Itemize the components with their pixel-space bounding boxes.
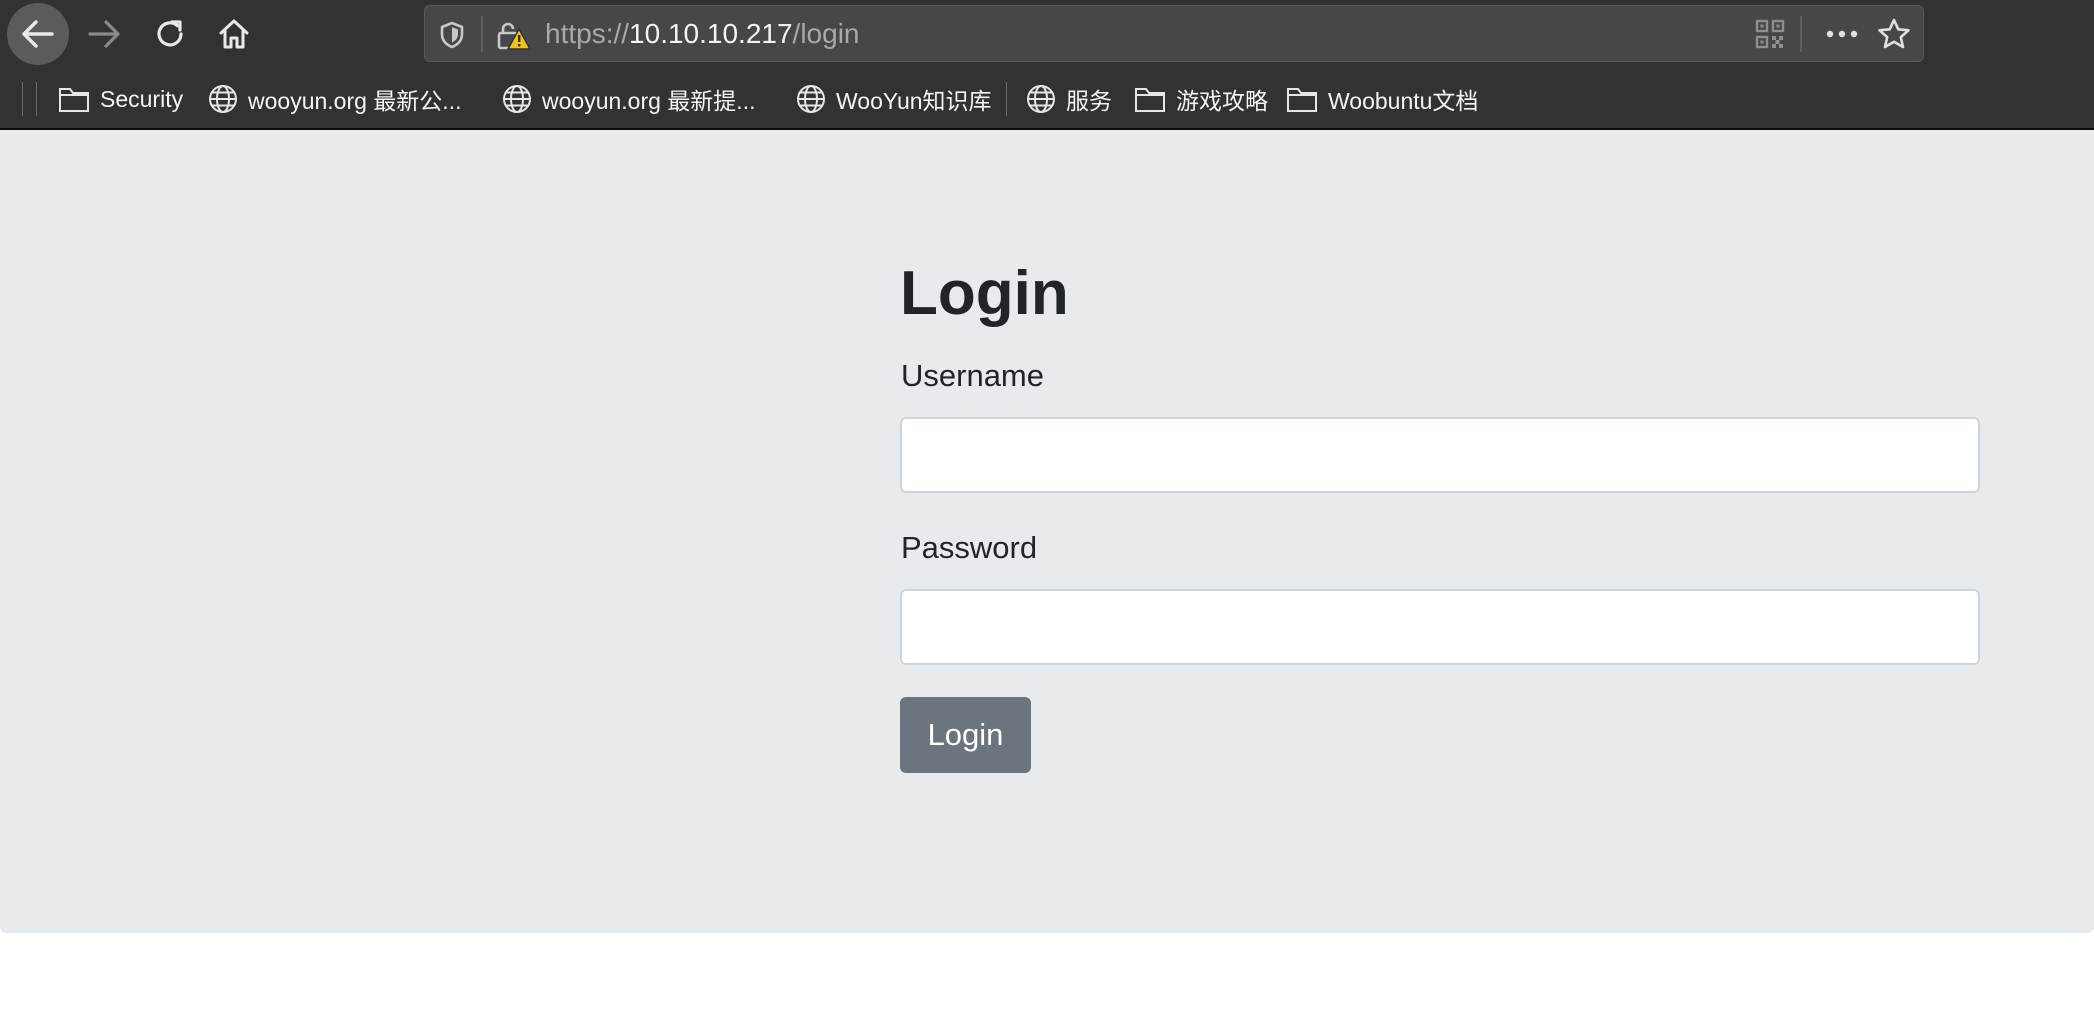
shield-icon[interactable] — [439, 21, 465, 49]
url-host: 10.10.10.217 — [629, 18, 793, 49]
bookmark-label: Woobuntu文档 — [1328, 88, 1479, 114]
globe-icon — [797, 85, 825, 113]
url-divider — [481, 16, 483, 52]
bookmark-wooyun-latest-public[interactable]: wooyun.org 最新公... — [208, 81, 461, 117]
globe-icon — [1027, 85, 1055, 113]
password-input[interactable] — [900, 589, 1980, 665]
home-icon — [219, 19, 249, 49]
url-path: /login — [792, 18, 860, 49]
forward-button[interactable] — [78, 8, 130, 60]
globe-icon — [209, 85, 237, 113]
folder-icon — [59, 88, 89, 112]
arrow-right-icon — [88, 20, 120, 48]
bookmarks-separator — [22, 82, 23, 116]
url-divider-right — [1800, 16, 1802, 52]
login-button[interactable]: Login — [900, 697, 1031, 773]
bookmark-woobuntu-docs[interactable]: Woobuntu文档 — [1286, 81, 1478, 117]
bookmark-wooyun-knowledge[interactable]: WooYun知识库 — [796, 81, 992, 117]
bookmarks-separator — [1006, 82, 1007, 116]
bookmark-services[interactable]: 服务 — [1026, 81, 1112, 117]
bookmark-label: 服务 — [1066, 88, 1112, 114]
url-text[interactable]: https://10.10.10.217/login — [545, 18, 859, 50]
reload-icon — [157, 20, 183, 47]
username-label: Username — [901, 358, 1044, 393]
insecure-lock-icon[interactable] — [497, 21, 531, 51]
bookmark-label: wooyun.org 最新公... — [248, 88, 462, 114]
url-scheme: https:// — [545, 18, 630, 49]
page-title: Login — [900, 259, 1069, 328]
bookmark-wooyun-latest-submit[interactable]: wooyun.org 最新提... — [502, 81, 755, 117]
qr-code-icon[interactable] — [1755, 19, 1785, 49]
bookmark-label: Security — [100, 85, 184, 112]
username-input[interactable] — [900, 417, 1980, 493]
bookmarks-separator — [36, 82, 37, 116]
browser-toolbar: https://10.10.10.217/login — [0, 0, 2094, 68]
login-panel: Login Username Password Login — [0, 130, 2094, 933]
back-button[interactable] — [7, 3, 69, 65]
bookmark-label: 游戏攻略 — [1176, 88, 1268, 114]
bookmark-security[interactable]: Security — [58, 81, 183, 117]
reload-button[interactable] — [144, 8, 196, 60]
bookmarks-bar: Security wooyun.org 最新公... wooyun.org 最新… — [0, 68, 2094, 130]
folder-icon — [1135, 88, 1165, 112]
arrow-left-icon — [22, 20, 54, 48]
globe-icon — [503, 85, 531, 113]
star-icon[interactable] — [1877, 18, 1911, 50]
bookmark-label: wooyun.org 最新提... — [542, 88, 756, 114]
password-label: Password — [901, 530, 1038, 565]
bookmark-game-guides[interactable]: 游戏攻略 — [1134, 81, 1268, 117]
address-bar[interactable]: https://10.10.10.217/login — [424, 5, 1924, 62]
folder-icon — [1287, 88, 1317, 112]
bookmark-label: WooYun知识库 — [836, 88, 992, 114]
more-actions-icon[interactable] — [1825, 19, 1859, 49]
home-button[interactable] — [208, 8, 260, 60]
